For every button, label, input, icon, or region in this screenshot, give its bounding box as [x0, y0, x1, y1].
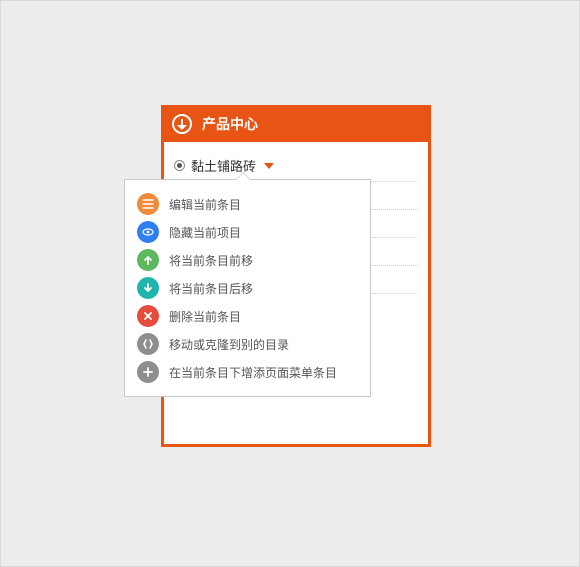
menu-item-move-up[interactable]: 将当前条目前移 [131, 246, 364, 274]
menu-item-hide[interactable]: 隐藏当前项目 [131, 218, 364, 246]
panel-header: 产品中心 [164, 108, 428, 142]
menu-item-label: 编辑当前条目 [169, 196, 241, 213]
menu-item-add-page[interactable]: 在当前条目下增添页面菜单条目 [131, 358, 364, 386]
chevron-down-icon[interactable] [264, 163, 274, 169]
menu-item-label: 隐藏当前项目 [169, 224, 241, 241]
radio-icon[interactable] [174, 160, 185, 171]
menu-item-label: 移动或克隆到别的目录 [169, 336, 289, 353]
panel-title: 产品中心 [202, 114, 258, 134]
menu-item-label: 在当前条目下增添页面菜单条目 [169, 364, 337, 381]
download-icon [172, 114, 192, 134]
menu-item-label: 将当前条目后移 [169, 280, 253, 297]
arrow-up-icon [137, 249, 159, 271]
menu-item-label: 删除当前条目 [169, 308, 241, 325]
menu-item-move-clone[interactable]: 移动或克隆到别的目录 [131, 330, 364, 358]
arrow-down-icon [137, 277, 159, 299]
menu-item-edit[interactable]: 编辑当前条目 [131, 190, 364, 218]
move-icon [137, 333, 159, 355]
context-menu: 编辑当前条目 隐藏当前项目 将当前条目前移 将当前条目后移 删除当前条目 移动或… [124, 179, 371, 397]
menu-item-delete[interactable]: 删除当前条目 [131, 302, 364, 330]
close-icon [137, 305, 159, 327]
list-icon [137, 193, 159, 215]
eye-icon [137, 221, 159, 243]
plus-icon [137, 361, 159, 383]
menu-item-move-down[interactable]: 将当前条目后移 [131, 274, 364, 302]
menu-item-label: 将当前条目前移 [169, 252, 253, 269]
list-item[interactable]: 黏土铺路砖 [174, 150, 418, 182]
